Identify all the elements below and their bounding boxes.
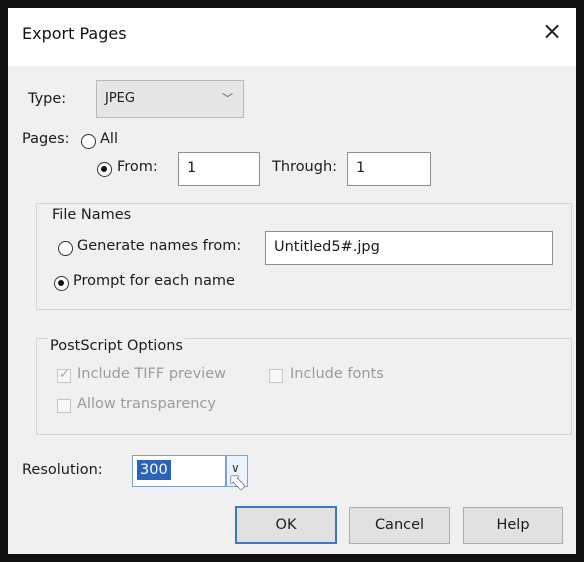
include-tiff-preview-checkbox[interactable] bbox=[57, 367, 71, 383]
include-fonts-checkbox[interactable] bbox=[269, 369, 283, 383]
generate-names-value: Untitled5#.jpg bbox=[274, 239, 380, 255]
type-selected-value: JPEG bbox=[105, 91, 135, 106]
resolution-input[interactable]: 300 bbox=[132, 455, 226, 487]
prompt-each-name-label: Prompt for each name bbox=[73, 273, 235, 289]
pages-through-input[interactable]: 1 bbox=[347, 152, 431, 186]
postscript-options-group-label: PostScript Options bbox=[48, 338, 185, 354]
pages-through-label: Through: bbox=[272, 159, 338, 175]
pages-from-value: 1 bbox=[187, 160, 197, 176]
file-names-group-label: File Names bbox=[50, 207, 134, 223]
cancel-button[interactable]: Cancel bbox=[349, 507, 450, 544]
resolution-value: 300 bbox=[137, 460, 171, 480]
window-frame-bottom bbox=[0, 554, 584, 562]
pages-from-label: From: bbox=[117, 159, 158, 175]
prompt-each-name-radio[interactable] bbox=[54, 276, 69, 291]
include-fonts-label: Include fonts bbox=[290, 366, 384, 382]
pages-from-radio[interactable] bbox=[97, 162, 112, 177]
allow-transparency-checkbox[interactable] bbox=[57, 399, 71, 413]
generate-names-radio[interactable] bbox=[58, 241, 73, 256]
window-frame-left bbox=[0, 0, 8, 562]
pages-through-value: 1 bbox=[356, 160, 366, 176]
pages-all-radio[interactable] bbox=[81, 134, 96, 149]
close-icon[interactable]: × bbox=[542, 19, 562, 43]
help-button-label: Help bbox=[496, 517, 530, 533]
pages-all-label: All bbox=[100, 131, 118, 147]
chevron-down-icon: ﹀ bbox=[222, 92, 233, 105]
cancel-button-label: Cancel bbox=[374, 517, 425, 533]
include-tiff-preview-label: Include TIFF preview bbox=[77, 366, 226, 382]
window-frame-top bbox=[0, 0, 584, 8]
ok-button[interactable]: OK bbox=[235, 506, 337, 544]
ok-button-label: OK bbox=[275, 517, 297, 533]
pages-label: Pages: bbox=[22, 131, 70, 147]
help-button[interactable]: Help bbox=[463, 507, 563, 544]
allow-transparency-label: Allow transparency bbox=[77, 396, 216, 412]
resolution-label: Resolution: bbox=[22, 462, 103, 478]
type-label: Type: bbox=[28, 91, 67, 107]
pages-from-input[interactable]: 1 bbox=[178, 152, 260, 186]
window-frame-right bbox=[576, 0, 584, 562]
type-select[interactable]: JPEG ﹀ bbox=[96, 80, 244, 118]
mouse-cursor-icon: ⬉ bbox=[228, 470, 247, 495]
generate-names-label: Generate names from: bbox=[77, 238, 242, 254]
generate-names-input[interactable]: Untitled5#.jpg bbox=[265, 231, 553, 265]
dialog-title: Export Pages bbox=[22, 24, 127, 43]
